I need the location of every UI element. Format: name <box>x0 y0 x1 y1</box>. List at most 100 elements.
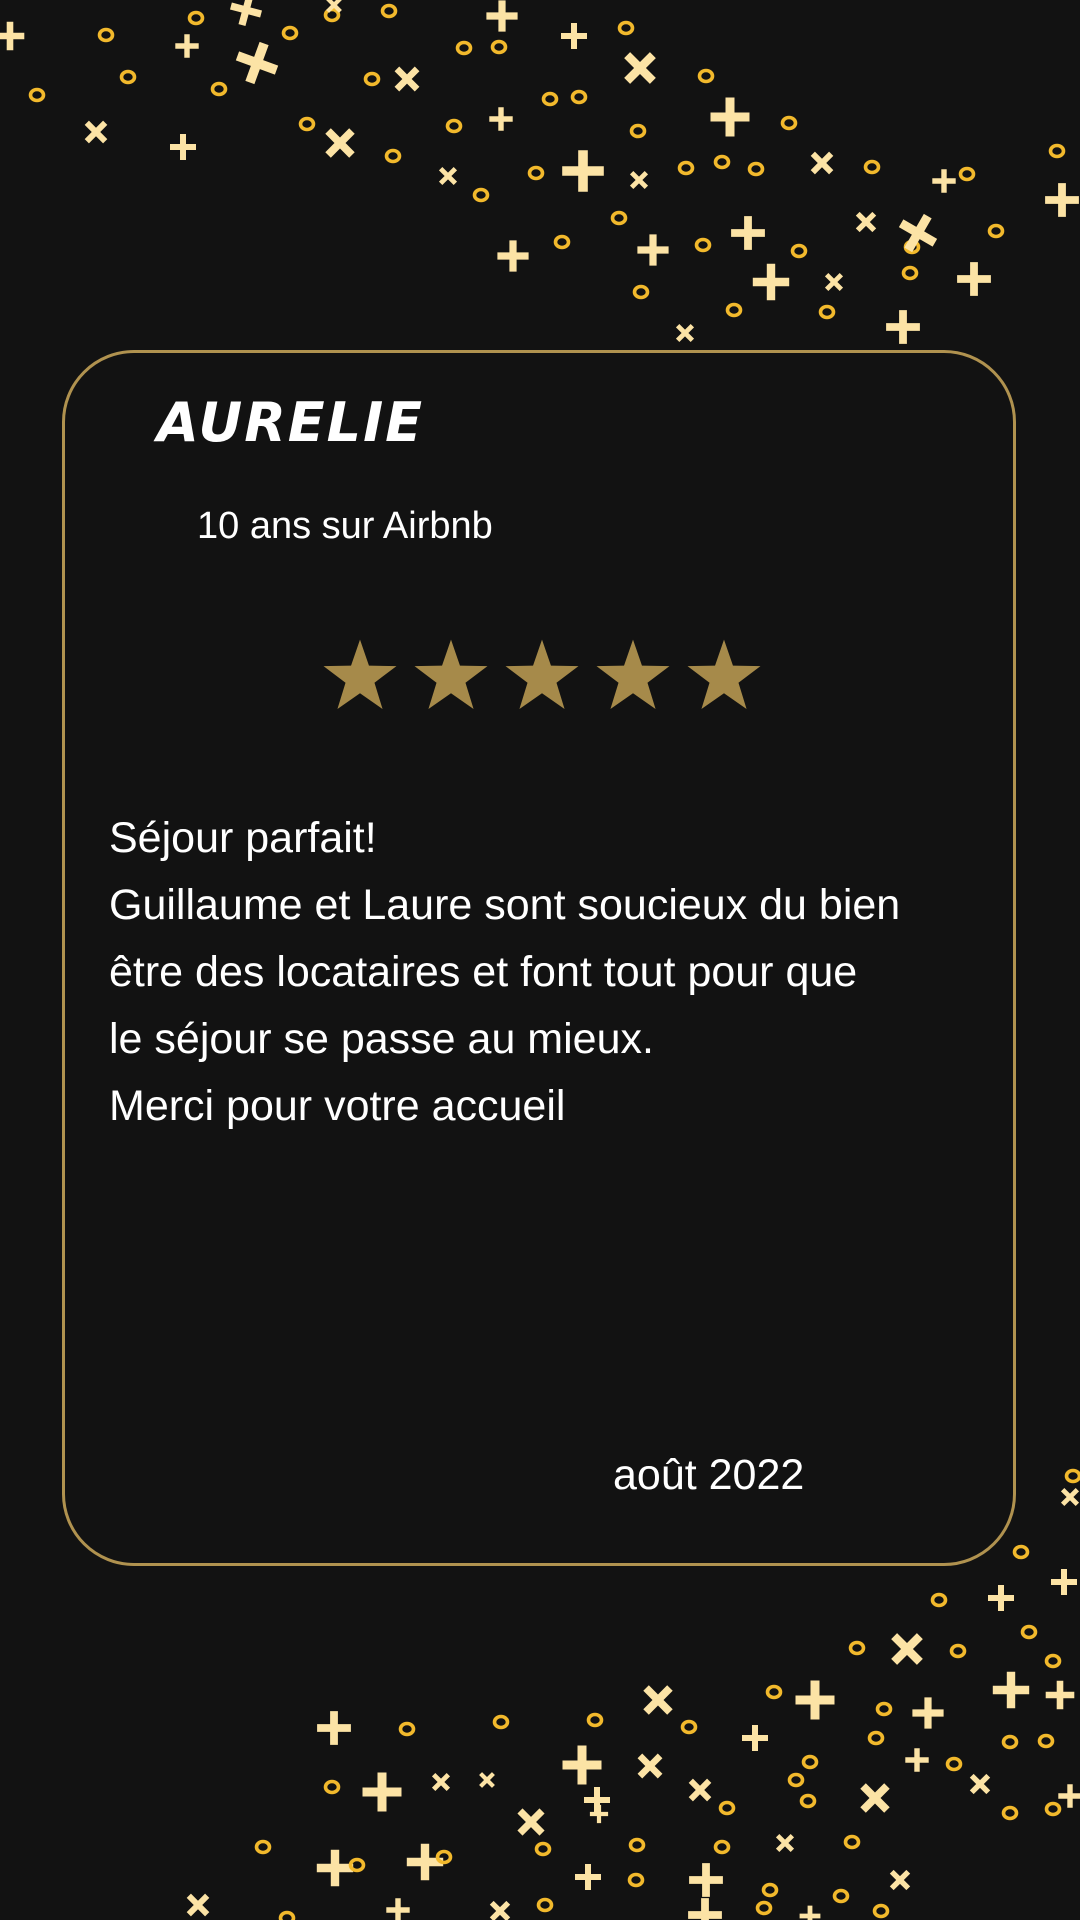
confetti-ring <box>725 302 743 318</box>
confetti-cross <box>670 318 700 348</box>
confetti-cross <box>226 0 266 30</box>
confetti-cross <box>912 1697 944 1729</box>
confetti-cross <box>905 1748 929 1772</box>
confetti-ring <box>278 1910 296 1920</box>
confetti-ring <box>97 27 115 43</box>
confetti-ring <box>680 1719 698 1735</box>
confetti-cross <box>1058 1784 1080 1808</box>
review-line: Merci pour votre accueil <box>109 1082 566 1130</box>
confetti-cross <box>688 1898 722 1920</box>
confetti-cross <box>992 1671 1030 1709</box>
confetti-cross <box>731 216 765 250</box>
confetti-ring <box>1037 1733 1055 1749</box>
confetti-cross <box>629 1745 671 1787</box>
confetti-cross <box>317 1711 351 1745</box>
review-line: le séjour se passe au mieux. <box>109 1015 654 1063</box>
confetti-ring <box>958 166 976 182</box>
confetti-ring <box>629 123 647 139</box>
confetti-ring <box>323 7 341 23</box>
confetti-cross <box>881 1623 933 1675</box>
confetti-cross <box>508 1799 554 1845</box>
confetti-cross <box>386 1898 410 1920</box>
confetti-ring <box>384 148 402 164</box>
confetti-ring <box>348 1857 366 1873</box>
review-date: août 2022 <box>613 1451 805 1499</box>
review-line: être des locataires et font tout pour qu… <box>109 948 858 996</box>
confetti-cross <box>886 310 920 344</box>
confetti-ring <box>281 25 299 41</box>
star-icon <box>505 639 579 710</box>
confetti-cross <box>497 240 529 272</box>
member-since: 10 ans sur Airbnb <box>197 505 493 547</box>
confetti-cross <box>932 169 956 193</box>
confetti-ring <box>445 118 463 134</box>
confetti-ring <box>677 160 695 176</box>
confetti-ring <box>872 1903 890 1919</box>
confetti-cross <box>170 134 196 160</box>
confetti-ring <box>570 89 588 105</box>
confetti-cross <box>614 42 666 94</box>
confetti-ring <box>747 161 765 177</box>
confetti-ring <box>455 40 473 56</box>
confetti-cross <box>584 1787 610 1813</box>
confetti-ring <box>536 1897 554 1913</box>
confetti-ring <box>790 243 808 259</box>
confetti-cross <box>883 1863 917 1897</box>
confetti-cross <box>483 1894 517 1920</box>
confetti-cross <box>561 23 587 49</box>
confetti-ring <box>832 1888 850 1904</box>
confetti-ring <box>843 1834 861 1850</box>
confetti-ring <box>780 115 798 131</box>
confetti-cross <box>1045 183 1079 217</box>
confetti-ring <box>1048 143 1066 159</box>
confetti-cross <box>386 58 428 100</box>
confetti-ring <box>787 1772 805 1788</box>
confetti-ring <box>713 1839 731 1855</box>
confetti-ring <box>697 68 715 84</box>
confetti-cross <box>486 0 518 32</box>
confetti-cross <box>752 263 790 301</box>
confetti-ring <box>1020 1624 1038 1640</box>
confetti-cross <box>819 267 849 297</box>
confetti-ring <box>987 223 1005 239</box>
confetti-cross <box>433 161 463 191</box>
confetti-ring <box>187 10 205 26</box>
confetti-ring <box>586 1712 604 1728</box>
confetti-ring <box>867 1730 885 1746</box>
confetti-cross <box>634 1676 682 1724</box>
confetti-cross <box>362 1772 402 1812</box>
confetti-cross <box>489 107 513 131</box>
confetti-ring <box>435 1849 453 1865</box>
confetti-ring <box>945 1756 963 1772</box>
confetti-cross <box>799 1905 821 1920</box>
confetti-cross <box>1045 1680 1075 1710</box>
confetti-ring <box>718 1800 736 1816</box>
confetti-cross <box>589 1804 609 1824</box>
confetti-ring <box>903 239 921 255</box>
confetti-cross <box>710 97 750 137</box>
confetti-ring <box>632 284 650 300</box>
confetti-cross <box>321 0 347 18</box>
confetti-cross <box>624 165 654 195</box>
confetti-cross <box>891 206 945 260</box>
confetti-ring <box>1001 1805 1019 1821</box>
confetti-ring <box>848 1640 866 1656</box>
confetti-cross <box>316 1849 354 1887</box>
star-icon <box>323 639 397 710</box>
confetti-ring <box>254 1839 272 1855</box>
confetti-cross <box>77 113 115 151</box>
confetti-ring <box>761 1882 779 1898</box>
confetti-ring <box>863 159 881 175</box>
confetti-ring <box>492 1714 510 1730</box>
confetti-ring <box>1001 1734 1019 1750</box>
star-rating <box>65 638 1019 718</box>
confetti-ring <box>210 81 228 97</box>
confetti-cross <box>1055 1482 1080 1512</box>
confetti-ring <box>398 1721 416 1737</box>
confetti-ring <box>901 265 919 281</box>
confetti-cross <box>575 1864 601 1890</box>
confetti-ring <box>875 1701 893 1717</box>
confetti-ring <box>28 87 46 103</box>
confetti-cross <box>316 119 364 167</box>
review-line: Guillaume et Laure sont soucieux du bien <box>109 881 901 929</box>
